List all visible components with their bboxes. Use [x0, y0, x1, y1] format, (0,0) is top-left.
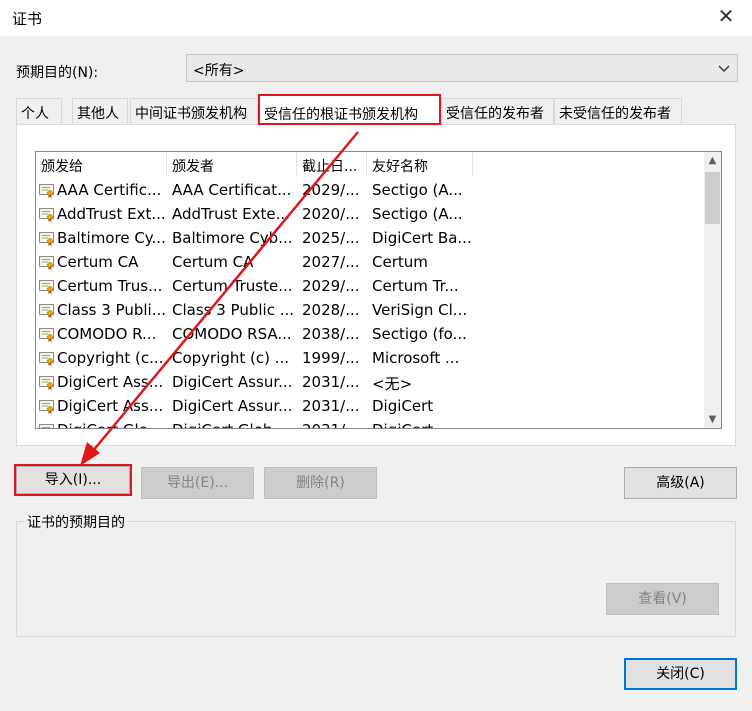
tab-personal[interactable]: 个人 — [16, 98, 62, 124]
list-cell-expiration: 2020/... — [302, 205, 360, 223]
certificate-icon — [39, 376, 54, 390]
certificate-icon — [39, 400, 54, 414]
delete-button[interactable]: 删除(R) — [264, 467, 377, 499]
close-button[interactable]: 关闭(C) — [624, 658, 737, 690]
list-cell-issued-to: AddTrust Ext... — [57, 205, 165, 223]
list-cell-issued-to: Copyright (c... — [57, 349, 164, 367]
certificate-icon — [39, 280, 54, 294]
list-cell-issued-to: Certum Trus... — [57, 277, 163, 295]
export-button[interactable]: 导出(E)... — [141, 467, 254, 499]
dialog-client-area: 预期目的(N): <所有> 个人 其他人 中间证书颁发机构 受信任的根证书颁发机… — [0, 36, 752, 711]
list-cell-friendly-name: Microsoft ... — [372, 349, 460, 367]
list-cell-issued-by: Copyright (c) ... — [172, 349, 290, 367]
column-header-friendly-name[interactable]: 友好名称 — [367, 152, 473, 177]
list-item[interactable]: Certum Trus... Certum Truste... 2029/... Ce… — [36, 274, 698, 298]
import-button[interactable]: 导入(I)... — [14, 464, 132, 496]
list-cell-issued-by: Certum CA — [172, 253, 254, 271]
list-cell-friendly-name: Certum Tr... — [372, 277, 459, 295]
list-cell-friendly-name: Sectigo (A... — [372, 205, 463, 223]
list-cell-issued-by: Baltimore Cyb... — [172, 229, 293, 247]
list-cell-issued-by: DigiCert Glob... — [172, 421, 296, 428]
list-cell-expiration: 2027/... — [302, 253, 360, 271]
list-item[interactable]: DigiCert Ass... DigiCert Assur... 2031/...… — [36, 370, 698, 394]
list-item[interactable]: Baltimore Cy... Baltimore Cyb... 2025/... D… — [36, 226, 698, 250]
list-item[interactable]: Copyright (c... Copyright (c) ... 1999/...… — [36, 346, 698, 370]
list-cell-friendly-name: DigiCert — [372, 421, 472, 428]
list-cell-expiration: 2031/... — [302, 421, 364, 428]
list-cell-expiration: 2031/... — [302, 397, 360, 415]
column-header-expiration[interactable]: 截止日... — [297, 152, 367, 177]
list-item[interactable]: DigiCert Ass... DigiCert Assur... 2031/...… — [36, 394, 698, 418]
view-button[interactable]: 查看(V) — [606, 583, 719, 615]
purpose-select[interactable]: <所有> — [186, 54, 738, 82]
list-cell-expiration: 2029/... — [302, 277, 360, 295]
tab-other-people[interactable]: 其他人 — [72, 98, 128, 124]
advanced-button[interactable]: 高级(A) — [624, 467, 737, 499]
intended-purposes-label: 证书的预期目的 — [25, 512, 127, 532]
certificate-icon — [39, 352, 54, 366]
certificate-icon — [39, 232, 54, 246]
title-bar: 证书 ✕ — [0, 0, 752, 36]
scroll-down-icon[interactable]: ▼ — [704, 411, 721, 428]
list-cell-expiration: 2038/... — [302, 325, 360, 343]
list-cell-issued-to: DigiCert Ass... — [57, 397, 164, 415]
certificate-icon — [39, 184, 54, 198]
list-item[interactable]: AAA Certific... AAA Certificat... 2029/...… — [36, 178, 698, 202]
list-cell-friendly-name: DigiCert Ba... — [372, 229, 472, 247]
list-cell-issued-to: Certum CA — [57, 253, 139, 271]
certificate-list[interactable]: 颁发给 颁发者 截止日... 友好名称 AAA Certific... AAA C… — [35, 151, 722, 429]
list-cell-issued-by: COMODO RSA... — [172, 325, 292, 343]
intended-purposes-group: 证书的预期目的 查看(V) — [16, 512, 736, 637]
list-item[interactable]: AddTrust Ext... AddTrust Exte... 2020/... S… — [36, 202, 698, 226]
list-cell-issued-to: DigiCert Ass... — [57, 373, 164, 391]
scroll-thumb[interactable] — [705, 172, 720, 224]
list-item[interactable]: DigiCert Glo... DigiCert Glob... 2031/... D… — [36, 418, 698, 428]
scroll-up-icon[interactable]: ▲ — [704, 152, 721, 169]
list-cell-issued-to: DigiCert Glo... — [57, 421, 165, 428]
purpose-select-value: <所有> — [193, 63, 245, 79]
list-cell-expiration: 2031/... — [302, 373, 360, 391]
list-cell-friendly-name: <无> — [372, 375, 413, 393]
list-cell-friendly-name: Sectigo (A... — [372, 181, 463, 199]
list-cell-issued-by: Class 3 Public ... — [172, 301, 295, 319]
list-cell-issued-to: COMODO R... — [57, 325, 157, 343]
list-item[interactable]: COMODO R... COMODO RSA... 2038/... Sectigo … — [36, 322, 698, 346]
column-header-issued-by[interactable]: 颁发者 — [167, 152, 297, 177]
list-cell-expiration: 1999/... — [302, 349, 360, 367]
certificate-icon — [39, 328, 54, 342]
window-title: 证书 — [12, 10, 43, 28]
tab-untrusted-publishers[interactable]: 未受信任的发布者 — [554, 98, 682, 124]
tab-trusted-publishers[interactable]: 受信任的发布者 — [441, 98, 554, 124]
tab-panel: 颁发给 颁发者 截止日... 友好名称 AAA Certific... AAA C… — [16, 124, 736, 446]
certificate-icon — [39, 256, 54, 270]
tab-trusted-root-ca[interactable]: 受信任的根证书颁发机构 — [258, 94, 441, 125]
list-cell-issued-to: Baltimore Cy... — [57, 229, 165, 247]
list-cell-issued-by: Certum Truste... — [172, 277, 293, 295]
certificate-icon — [39, 304, 54, 318]
list-cell-expiration: 2025/... — [302, 229, 360, 247]
list-cell-friendly-name: DigiCert — [372, 397, 434, 415]
purpose-label: 预期目的(N): — [16, 65, 99, 81]
list-cell-expiration: 2029/... — [302, 181, 360, 199]
dropdown-arrow-icon — [718, 65, 730, 72]
vertical-scrollbar[interactable]: ▲ ▼ — [704, 152, 721, 428]
close-icon[interactable]: ✕ — [712, 4, 740, 30]
list-cell-friendly-name: Certum — [372, 253, 428, 271]
certificate-icon — [39, 208, 54, 222]
list-header: 颁发给 颁发者 截止日... 友好名称 — [36, 152, 698, 177]
list-cell-issued-by: DigiCert Assur... — [172, 397, 293, 415]
list-item[interactable]: Class 3 Publi... Class 3 Public ... 2028/.… — [36, 298, 698, 322]
tab-intermediate-ca[interactable]: 中间证书颁发机构 — [130, 98, 258, 124]
list-item[interactable]: Certum CA Certum CA 2027/... Certum — [36, 250, 698, 274]
list-cell-issued-by: DigiCert Assur... — [172, 373, 293, 391]
list-cell-friendly-name: VeriSign Cl... — [372, 301, 468, 319]
column-header-issued-to[interactable]: 颁发给 — [36, 152, 167, 177]
list-cell-issued-to: AAA Certific... — [57, 181, 162, 199]
list-cell-expiration: 2028/... — [302, 301, 360, 319]
list-cell-issued-by: AAA Certificat... — [172, 181, 292, 199]
certificate-icon — [39, 424, 54, 428]
list-cell-friendly-name: Sectigo (fo... — [372, 325, 467, 343]
list-cell-issued-to: Class 3 Publi... — [57, 301, 165, 319]
list-cell-issued-by: AddTrust Exte... — [172, 205, 290, 223]
